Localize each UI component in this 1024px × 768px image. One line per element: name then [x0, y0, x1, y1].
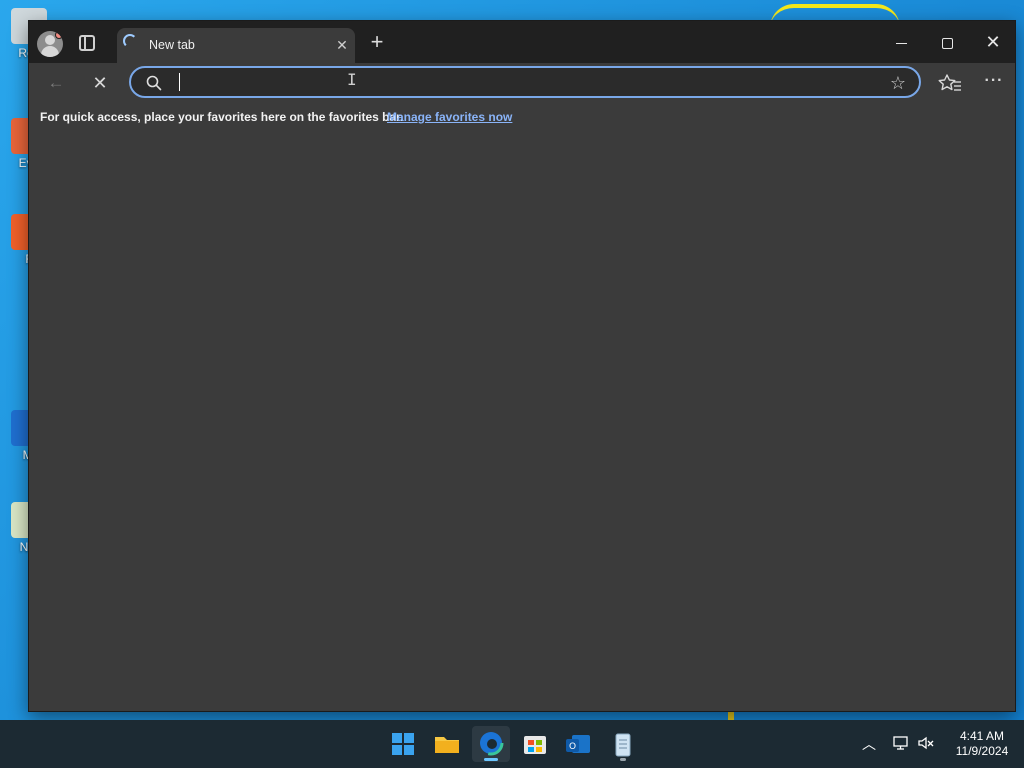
network-icon[interactable]: [892, 734, 910, 752]
start-button[interactable]: [384, 726, 422, 762]
more-icon[interactable]: ···: [979, 69, 1009, 97]
ibeam-cursor-icon: I: [347, 70, 357, 89]
back-button[interactable]: ←: [41, 69, 71, 97]
volume-muted-icon[interactable]: [917, 734, 935, 752]
star-icon[interactable]: ☆: [887, 72, 909, 94]
loading-spinner-icon: [123, 34, 137, 48]
close-window-button[interactable]: ✕: [970, 29, 1016, 55]
running-app-indicator: [620, 758, 626, 761]
page-content: [29, 131, 1015, 711]
outlook-icon: O: [566, 735, 590, 753]
taskbar-edge[interactable]: [472, 726, 510, 762]
title-bar: New tab ✕ + ✕: [29, 21, 1015, 63]
favorites-icon[interactable]: [935, 69, 965, 97]
edge-icon: [478, 730, 504, 756]
back-arrow-icon: ←: [47, 73, 65, 92]
system-clock[interactable]: 4:41 AM 11/9/2024: [944, 729, 1020, 759]
favorites-bar-hint: For quick access, place your favorites h…: [40, 110, 404, 124]
notepad-icon: [615, 733, 631, 757]
favorites-bar: For quick access, place your favorites h…: [29, 103, 1015, 131]
tab-title: New tab: [149, 38, 195, 52]
address-input[interactable]: [177, 72, 877, 92]
taskbar-store[interactable]: [516, 726, 554, 762]
store-icon: [524, 736, 546, 754]
stop-button[interactable]: ✕: [85, 69, 115, 97]
taskbar-notepad[interactable]: [604, 726, 642, 762]
minimize-button[interactable]: [878, 29, 924, 55]
folder-icon: [435, 737, 459, 753]
taskbar-file-explorer[interactable]: [428, 726, 466, 762]
taskbar: O ︿ 4:41 AM 11/9/2024: [0, 720, 1024, 768]
close-tab-icon[interactable]: ✕: [333, 36, 351, 54]
clock-time: 4:41 AM: [959, 729, 1005, 743]
active-app-indicator: [484, 758, 498, 761]
taskbar-outlook[interactable]: O: [560, 726, 598, 762]
manage-favorites-link[interactable]: Manage favorites now: [387, 110, 512, 124]
maximize-button[interactable]: [924, 29, 970, 55]
toolbar: ← ✕ I ☆ ···: [29, 63, 1015, 103]
svg-text:O: O: [569, 742, 576, 752]
tab-new-tab[interactable]: New tab ✕: [117, 28, 355, 63]
tab-actions-icon[interactable]: [79, 35, 95, 51]
show-hidden-icons-chevron-icon[interactable]: ︿: [860, 734, 878, 752]
stop-loading-icon: ✕: [92, 73, 108, 93]
profile-icon[interactable]: [37, 31, 63, 57]
windows-logo-icon: [392, 733, 414, 755]
address-bar[interactable]: I ☆: [129, 66, 921, 98]
browser-window: New tab ✕ + ✕ ← ✕ I ☆ ··· For quick acce…: [28, 20, 1016, 712]
new-tab-button[interactable]: +: [367, 31, 387, 53]
text-caret: [179, 73, 180, 91]
search-icon: [146, 75, 162, 91]
clock-date: 11/9/2024: [955, 744, 1009, 758]
